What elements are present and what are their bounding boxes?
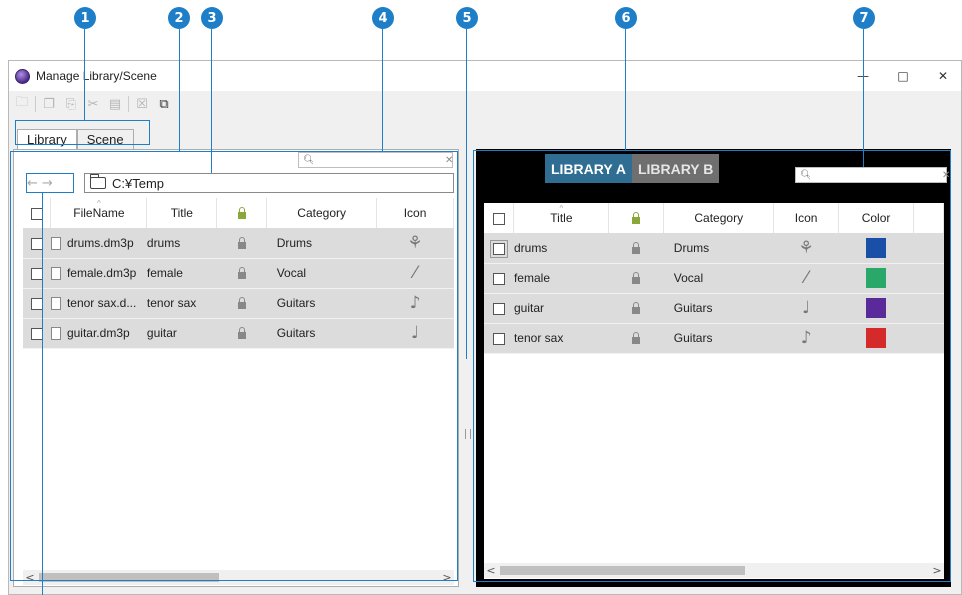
right-pane-highlight xyxy=(473,150,951,582)
callout-4: 4 xyxy=(372,7,394,29)
window-title: Manage Library/Scene xyxy=(36,69,157,83)
toolbar-divider xyxy=(128,96,129,112)
callout-5-leader xyxy=(466,29,467,359)
app-logo-icon xyxy=(15,68,30,84)
pane-splitter-handle[interactable] xyxy=(465,429,471,439)
cut-icon[interactable]: ✂ xyxy=(84,95,102,113)
toolbar-divider xyxy=(35,96,36,112)
left-pane-highlight xyxy=(10,151,458,581)
callout-2: 2 xyxy=(168,7,190,29)
callout-2-leader xyxy=(179,29,180,151)
nav-highlight xyxy=(26,173,74,193)
clipboard-icon[interactable]: ▤ xyxy=(106,95,124,113)
callout-7: 7 xyxy=(853,7,875,29)
paste-icon[interactable]: ⎘ xyxy=(62,95,80,113)
callout-4-leader xyxy=(382,29,383,151)
close-button[interactable]: ✕ xyxy=(923,61,962,91)
title-bar: Manage Library/Scene — □ ✕ xyxy=(9,61,961,91)
new-folder-icon[interactable]: 🗀 xyxy=(13,95,31,113)
callout-5: 5 xyxy=(456,7,478,29)
duplicate-icon[interactable]: ⧉ xyxy=(155,95,173,113)
callout-7-leader xyxy=(863,29,864,167)
tabs-highlight xyxy=(15,120,150,145)
toolbar: 🗀 ❐ ⎘ ✂ ▤ ☒ ⧉ xyxy=(9,91,961,117)
copy-icon[interactable]: ❐ xyxy=(40,95,58,113)
callout-6: 6 xyxy=(615,7,637,29)
callout-1: 1 xyxy=(74,7,96,29)
callout-6-leader xyxy=(625,29,626,151)
callout-3: 3 xyxy=(201,7,223,29)
callout-1-leader xyxy=(84,29,85,120)
delete-icon[interactable]: ☒ xyxy=(133,95,151,113)
maximize-button[interactable]: □ xyxy=(883,61,923,91)
